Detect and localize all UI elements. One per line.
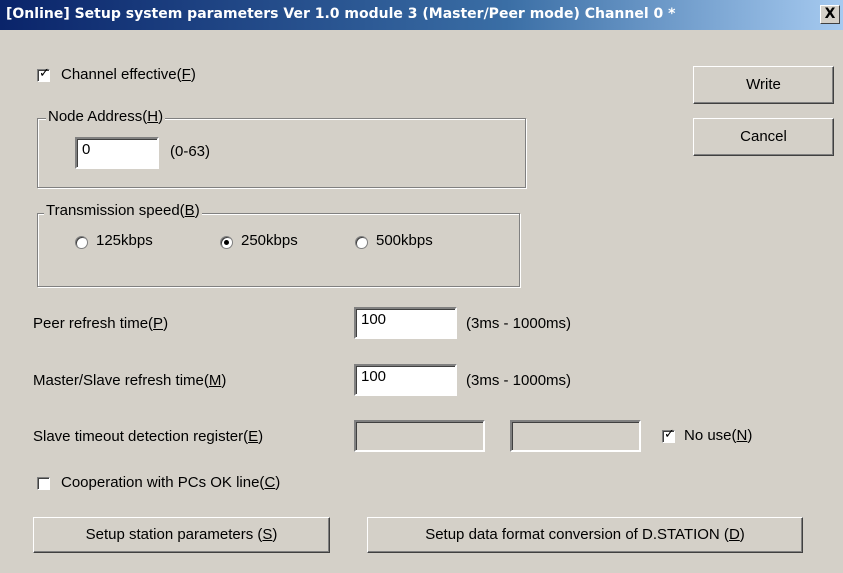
no-use-label[interactable]: No use(N) [684, 427, 752, 444]
window-title: [Online] Setup system parameters Ver 1.0… [6, 6, 676, 22]
close-button[interactable]: X [820, 5, 840, 24]
speed-250-radio[interactable] [220, 236, 233, 249]
speed-125-radio[interactable] [75, 236, 88, 249]
setup-data-format-conversion-button[interactable]: Setup data format conversion of D.STATIO… [367, 517, 803, 553]
slave-timeout-input-1[interactable] [354, 420, 485, 452]
speed-500-label[interactable]: 500kbps [376, 232, 433, 249]
master-slave-refresh-range: (3ms - 1000ms) [466, 372, 572, 389]
speed-500-radio[interactable] [355, 236, 368, 249]
cooperation-checkbox[interactable] [37, 477, 50, 490]
checkmark-icon: ✓ [664, 427, 675, 442]
no-use-checkbox[interactable]: ✓ [662, 427, 675, 443]
master-slave-refresh-input[interactable]: 100 [354, 364, 457, 396]
node-address-range: (0-63) [170, 143, 211, 160]
write-button[interactable]: Write [693, 66, 834, 104]
peer-refresh-input[interactable]: 100 [354, 307, 457, 339]
slave-timeout-input-2[interactable] [510, 420, 641, 452]
slave-timeout-label: Slave timeout detection register(E) [33, 428, 264, 445]
radio-selected-dot [224, 240, 229, 245]
transmission-speed-legend: Transmission speed(B) [44, 202, 202, 219]
checkmark-icon: ✓ [39, 66, 50, 81]
cooperation-label[interactable]: Cooperation with PCs OK line(C) [61, 474, 280, 491]
peer-refresh-label: Peer refresh time(P) [33, 315, 169, 332]
cancel-button[interactable]: Cancel [693, 118, 834, 156]
speed-250-label[interactable]: 250kbps [241, 232, 298, 249]
setup-station-parameters-button[interactable]: Setup station parameters (S) [33, 517, 330, 553]
node-address-legend: Node Address(H) [46, 108, 166, 125]
peer-refresh-range: (3ms - 1000ms) [466, 315, 572, 332]
close-icon: X [824, 6, 836, 22]
node-address-input[interactable]: 0 [75, 137, 159, 169]
master-slave-refresh-label: Master/Slave refresh time(M) [33, 372, 227, 389]
channel-effective-checkbox[interactable]: ✓ [37, 66, 50, 82]
speed-125-label[interactable]: 125kbps [96, 232, 153, 249]
title-bar[interactable]: [Online] Setup system parameters Ver 1.0… [0, 0, 843, 30]
transmission-speed-group [37, 213, 520, 287]
channel-effective-label[interactable]: Channel effective(F) [61, 66, 196, 83]
